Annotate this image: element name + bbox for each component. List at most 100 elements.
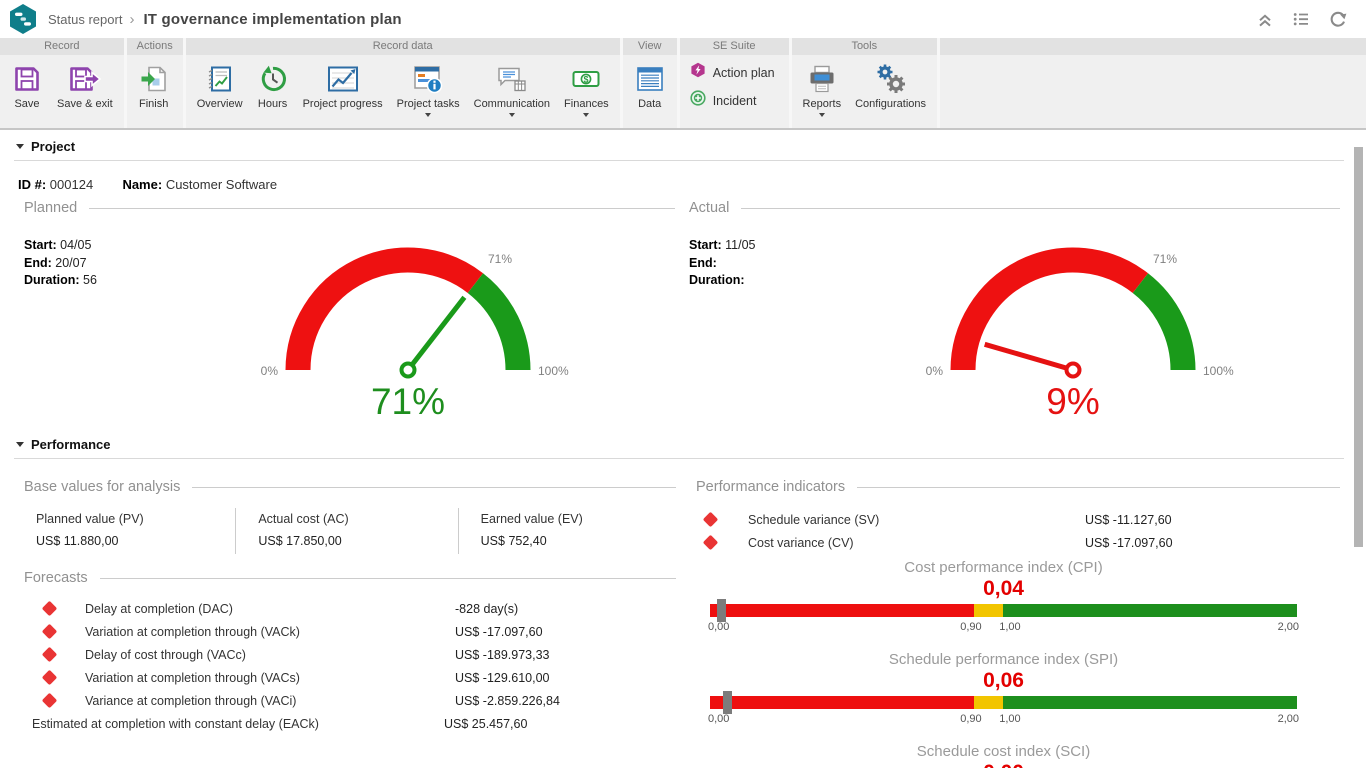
configurations-gears-icon: [874, 63, 908, 95]
forecast-row: Variation at completion through (VACk) U…: [14, 620, 680, 643]
data-button[interactable]: Data: [627, 59, 673, 112]
finish-icon: [139, 63, 169, 95]
project-id-row: ID #: 000124 Name: Customer Software: [18, 177, 1344, 192]
hours-button[interactable]: Hours: [250, 59, 296, 112]
svg-text:0%: 0%: [926, 364, 944, 378]
reports-dropdown-caret: [819, 113, 825, 117]
spi-gauge-marker: [723, 691, 732, 714]
forecast-row: Variation at completion through (VACs) U…: [14, 666, 680, 689]
alert-diamond-icon: [42, 624, 58, 640]
save-icon: [12, 63, 42, 95]
actual-details: Start: 11/05 End: Duration:: [689, 237, 756, 290]
cpi-gauge-bar: [710, 604, 1297, 617]
forecast-row: Variance at completion through (VACi) US…: [14, 689, 680, 712]
sci-linear-gauge: Schedule cost index (SCI) 0,00 0,00 0,90…: [710, 742, 1297, 768]
spi-linear-gauge: Schedule performance index (SPI) 0,06 0,…: [710, 650, 1297, 730]
base-values-legend: Base values for analysis: [24, 479, 180, 495]
forecasts-list: Delay at completion (DAC) -828 day(s) Va…: [14, 597, 680, 735]
overview-button[interactable]: Overview: [190, 59, 250, 112]
svg-text:100%: 100%: [1203, 364, 1234, 378]
spi-gauge-bar: [710, 696, 1297, 709]
performance-section-header[interactable]: Performance: [14, 434, 1344, 456]
action-plan-button[interactable]: Action plan: [690, 62, 775, 83]
ribbon-toolbar: Record Save: [0, 38, 1366, 130]
forecast-row: Delay at completion (DAC) -828 day(s): [14, 597, 680, 620]
section-divider: [14, 458, 1344, 459]
app-window: Status report › IT governance implementa…: [0, 0, 1366, 768]
collapse-ribbon-icon[interactable]: [1254, 8, 1276, 30]
top-bar: Status report › IT governance implementa…: [0, 0, 1366, 38]
svg-text:9%: 9%: [1046, 381, 1099, 420]
finances-icon: $: [571, 63, 601, 95]
planned-panel: Planned Start: 04/05 End: 20/07 Duration…: [14, 200, 679, 434]
hours-clock-icon: [258, 63, 288, 95]
breadcrumb-chevron-icon: ›: [129, 11, 134, 28]
actual-panel: Actual Start: 11/05 End: Duration: 0% 10…: [679, 200, 1344, 434]
actual-progress-gauge: 0% 100% 71% 9%: [903, 242, 1243, 420]
indicator-row: Schedule variance (SV) US$ -11.127,60: [686, 508, 1344, 531]
base-values-row: Planned value (PV) US$ 11.880,00 Actual …: [14, 508, 680, 554]
communication-button[interactable]: Communication: [467, 59, 557, 119]
project-tasks-button[interactable]: Project tasks: [390, 59, 467, 119]
report-content: Project ID #: 000124 Name: Customer Soft…: [0, 130, 1366, 766]
alert-diamond-icon: [42, 601, 58, 617]
save-and-exit-button[interactable]: Save & exit: [50, 59, 120, 112]
cpi-gauge-marker: [717, 599, 726, 622]
svg-text:0%: 0%: [261, 364, 279, 378]
ribbon-group-se-suite: SE Suite Action plan: [680, 38, 789, 128]
ribbon-empty-space: [940, 38, 1366, 128]
forecasts-legend: Forecasts: [24, 570, 88, 586]
reports-printer-icon: [807, 63, 837, 95]
earned-value-cell: Earned value (EV) US$ 752,40: [458, 508, 680, 554]
list-view-icon[interactable]: [1290, 8, 1312, 30]
ribbon-group-actions: Actions Finish: [127, 38, 183, 128]
actual-legend: Actual: [689, 200, 729, 216]
ribbon-group-view: View Data: [623, 38, 677, 128]
communication-dropdown-caret: [509, 113, 515, 117]
alert-diamond-icon: [703, 512, 719, 528]
reports-button[interactable]: Reports: [796, 59, 849, 119]
ribbon-group-record-data: Record data Overview: [186, 38, 620, 128]
actual-cost-cell: Actual cost (AC) US$ 17.850,00: [235, 508, 457, 554]
project-name-value: Customer Software: [166, 177, 277, 192]
indicator-list: Schedule variance (SV) US$ -11.127,60 Co…: [686, 508, 1344, 554]
project-tasks-dropdown-caret: [425, 113, 431, 117]
svg-text:71%: 71%: [488, 252, 512, 266]
save-exit-icon: [68, 63, 102, 95]
forecast-row: Delay of cost through (VACc) US$ -189.97…: [14, 643, 680, 666]
app-logo-icon: [8, 3, 38, 35]
breadcrumb-status-report[interactable]: Status report: [48, 12, 122, 27]
overview-icon: [205, 63, 235, 95]
project-section-header[interactable]: Project: [14, 136, 1344, 158]
alert-diamond-icon: [42, 647, 58, 663]
project-id-label: ID #:: [18, 177, 46, 192]
save-button[interactable]: Save: [4, 59, 50, 112]
planned-progress-gauge: 0% 100% 71% 71%: [238, 242, 578, 420]
finances-dropdown-caret: [583, 113, 589, 117]
section-divider: [14, 160, 1344, 161]
topbar-actions: [1254, 8, 1356, 30]
alert-diamond-icon: [42, 670, 58, 686]
project-tasks-icon: [412, 63, 444, 95]
project-progress-button[interactable]: Project progress: [296, 59, 390, 112]
planned-details: Start: 04/05 End: 20/07 Duration: 56: [24, 237, 97, 290]
ribbon-group-record: Record Save: [0, 38, 124, 128]
alert-diamond-icon: [703, 535, 719, 551]
performance-indicators-panel: Performance indicators Schedule variance…: [680, 461, 1344, 768]
action-plan-icon: [690, 62, 706, 83]
finances-button[interactable]: $ Finances: [557, 59, 616, 119]
svg-text:100%: 100%: [538, 364, 569, 378]
incident-button[interactable]: Incident: [690, 90, 757, 111]
finish-button[interactable]: Finish: [131, 59, 177, 112]
alert-diamond-icon: [42, 693, 58, 709]
project-id-value: 000124: [50, 177, 93, 192]
configurations-button[interactable]: Configurations: [848, 59, 933, 112]
svg-text:71%: 71%: [371, 381, 445, 420]
collapse-triangle-icon: [16, 442, 24, 447]
indicator-row: Cost variance (CV) US$ -17.097,60: [686, 531, 1344, 554]
svg-text:$: $: [584, 74, 589, 84]
vertical-scrollbar-thumb[interactable]: [1354, 147, 1363, 547]
performance-indicators-legend: Performance indicators: [696, 479, 845, 495]
refresh-icon[interactable]: [1326, 8, 1348, 30]
collapse-triangle-icon: [16, 144, 24, 149]
